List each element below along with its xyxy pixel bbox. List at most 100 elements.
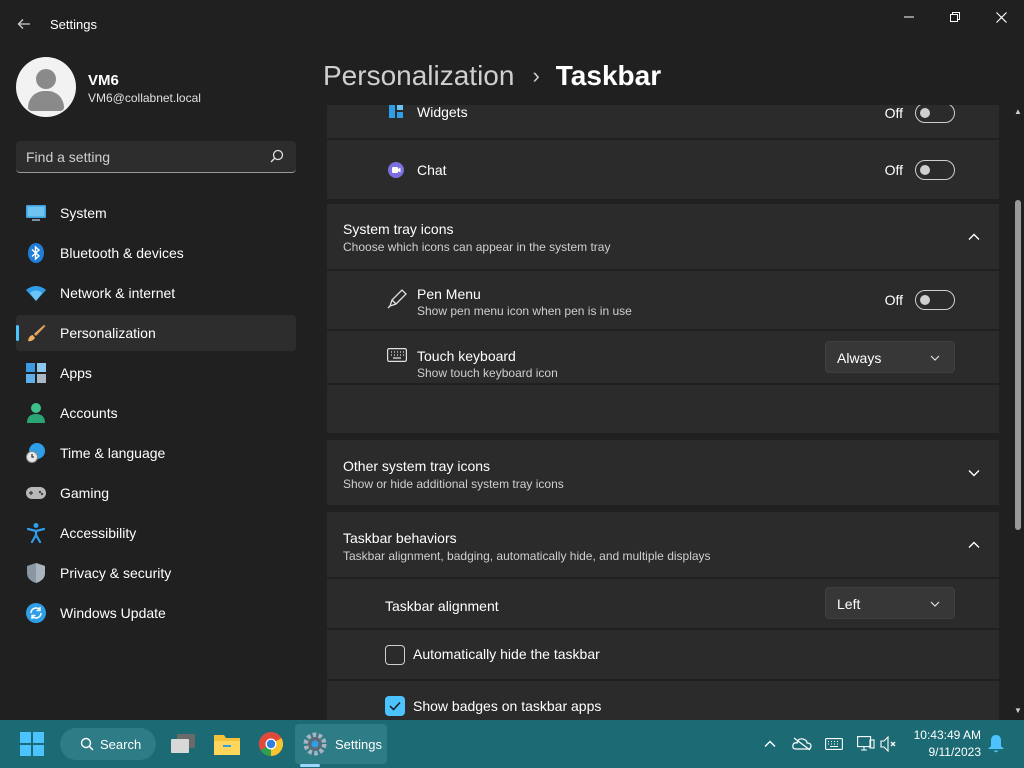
touch-keyboard-dropdown[interactable]: Always xyxy=(825,341,955,373)
pen-menu-row: Pen Menu Show pen menu icon when pen is … xyxy=(327,271,999,329)
task-view-icon[interactable] xyxy=(167,728,199,760)
scroll-down-arrow-icon[interactable]: ▼ xyxy=(1014,706,1022,715)
clock-time[interactable]: 10:43:49 AM xyxy=(896,728,981,742)
restore-button[interactable] xyxy=(932,4,978,30)
widgets-icon xyxy=(389,105,403,121)
system-tray-description: Choose which icons can appear in the sys… xyxy=(343,240,611,254)
chevron-down-icon xyxy=(930,355,940,361)
app-title: Settings xyxy=(50,17,97,32)
sidebar-item-windows-update[interactable]: Windows Update xyxy=(16,595,296,631)
back-button[interactable] xyxy=(12,12,36,36)
close-button[interactable] xyxy=(978,4,1024,30)
chevron-up-icon[interactable] xyxy=(760,734,780,754)
settings-content: Widgets Off Chat Off System tray icons C… xyxy=(327,105,999,720)
system-tray-title: System tray icons xyxy=(343,221,454,237)
badges-row: Show badges on taskbar apps xyxy=(327,681,999,720)
sidebar-item-time-language[interactable]: Time & language xyxy=(16,435,296,471)
widgets-toggle-state: Off xyxy=(884,105,903,121)
widgets-row: Widgets Off xyxy=(327,105,999,138)
chevron-up-icon[interactable] xyxy=(967,230,981,244)
content-scrollbar[interactable]: ▲ ▼ xyxy=(1012,105,1024,720)
chat-toggle[interactable] xyxy=(915,160,955,180)
sidebar-item-label: Accounts xyxy=(60,405,118,421)
auto-hide-row: Automatically hide the taskbar xyxy=(327,630,999,679)
breadcrumb-separator: › xyxy=(532,63,540,88)
system-tray-section-header[interactable]: System tray icons Choose which icons can… xyxy=(327,204,999,269)
apps-icon xyxy=(26,363,46,383)
widgets-label: Widgets xyxy=(417,105,468,120)
notification-bell-icon[interactable] xyxy=(986,734,1006,754)
minimize-button[interactable] xyxy=(886,4,932,30)
taskbar: Search Settings 10:43:49 AM 9/11/2023 xyxy=(0,720,1024,768)
wifi-icon xyxy=(26,283,46,303)
sidebar-item-label: Network & internet xyxy=(60,285,176,301)
close-icon xyxy=(995,11,1007,23)
widgets-toggle-group: Off xyxy=(885,105,955,123)
chrome-icon[interactable] xyxy=(255,728,287,760)
file-explorer-icon[interactable] xyxy=(211,728,243,760)
sidebar-item-bluetooth[interactable]: Bluetooth & devices xyxy=(16,235,296,271)
chat-icon xyxy=(388,162,404,181)
pen-menu-toggle[interactable] xyxy=(915,290,955,310)
sidebar-item-label: Time & language xyxy=(60,445,166,461)
settings-gear-icon[interactable] xyxy=(299,728,331,760)
onedrive-offline-icon[interactable] xyxy=(792,734,812,754)
keyboard-icon[interactable] xyxy=(824,734,844,754)
taskbar-alignment-dropdown[interactable]: Left xyxy=(825,587,955,619)
globe-clock-icon xyxy=(26,443,46,463)
sidebar-item-label: Bluetooth & devices xyxy=(60,245,184,261)
touch-keyboard-value: Always xyxy=(837,350,882,366)
user-email: VM6@collabnet.local xyxy=(88,91,201,105)
pen-menu-toggle-group: Off xyxy=(885,290,955,310)
search-input[interactable] xyxy=(26,149,256,165)
clock-date[interactable]: 9/11/2023 xyxy=(896,745,982,759)
auto-hide-checkbox[interactable] xyxy=(385,645,405,665)
taskbar-search-label: Search xyxy=(100,737,142,752)
sidebar-item-label: System xyxy=(60,205,107,221)
sidebar-item-system[interactable]: System xyxy=(16,195,296,231)
chevron-down-icon[interactable] xyxy=(967,466,981,480)
checkmark-icon xyxy=(389,701,401,711)
chat-row: Chat Off xyxy=(327,140,999,199)
sidebar-item-label: Gaming xyxy=(60,485,110,501)
badges-checkbox[interactable] xyxy=(385,696,405,716)
system-monitor-icon xyxy=(26,203,46,223)
taskbar-alignment-value: Left xyxy=(837,596,861,612)
taskbar-alignment-label: Taskbar alignment xyxy=(385,598,499,614)
search-icon[interactable] xyxy=(270,149,284,163)
sidebar-item-gaming[interactable]: Gaming xyxy=(16,475,296,511)
shield-icon xyxy=(26,563,46,583)
search-box[interactable] xyxy=(16,141,296,173)
behaviors-section-header[interactable]: Taskbar behaviors Taskbar alignment, bad… xyxy=(327,512,999,577)
windows-start-icon[interactable] xyxy=(20,732,44,756)
sidebar-item-label: Accessibility xyxy=(60,525,137,541)
sidebar-item-accounts[interactable]: Accounts xyxy=(16,395,296,431)
behaviors-description: Taskbar alignment, badging, automaticall… xyxy=(343,549,711,563)
taskbar-search-button[interactable]: Search xyxy=(60,728,156,760)
breadcrumb-parent[interactable]: Personalization xyxy=(323,60,514,92)
sidebar-item-network[interactable]: Network & internet xyxy=(16,275,296,311)
scroll-thumb[interactable] xyxy=(1015,200,1021,530)
title-bar: Settings xyxy=(0,0,1024,48)
touch-keyboard-label: Touch keyboard xyxy=(417,348,516,364)
person-icon xyxy=(26,403,46,423)
sidebar-item-personalization[interactable]: Personalization xyxy=(16,315,296,351)
chevron-up-icon[interactable] xyxy=(967,538,981,552)
sidebar-item-accessibility[interactable]: Accessibility xyxy=(16,515,296,551)
sidebar-nav: System Bluetooth & devices Network & int… xyxy=(16,195,296,635)
keyboard-icon xyxy=(387,348,407,365)
network-icon[interactable] xyxy=(856,734,876,754)
sidebar-item-apps[interactable]: Apps xyxy=(16,355,296,391)
avatar[interactable] xyxy=(16,57,76,117)
update-icon xyxy=(26,603,46,623)
accessibility-icon xyxy=(26,523,46,543)
widgets-toggle[interactable] xyxy=(915,105,955,123)
sidebar-item-label: Apps xyxy=(60,365,92,381)
restore-icon xyxy=(950,12,960,22)
pen-menu-toggle-state: Off xyxy=(884,292,903,308)
bluetooth-icon xyxy=(26,243,46,263)
other-tray-section-header[interactable]: Other system tray icons Show or hide add… xyxy=(327,440,999,505)
scroll-up-arrow-icon[interactable]: ▲ xyxy=(1014,107,1022,116)
sidebar-item-privacy[interactable]: Privacy & security xyxy=(16,555,296,591)
paintbrush-icon xyxy=(26,323,46,343)
